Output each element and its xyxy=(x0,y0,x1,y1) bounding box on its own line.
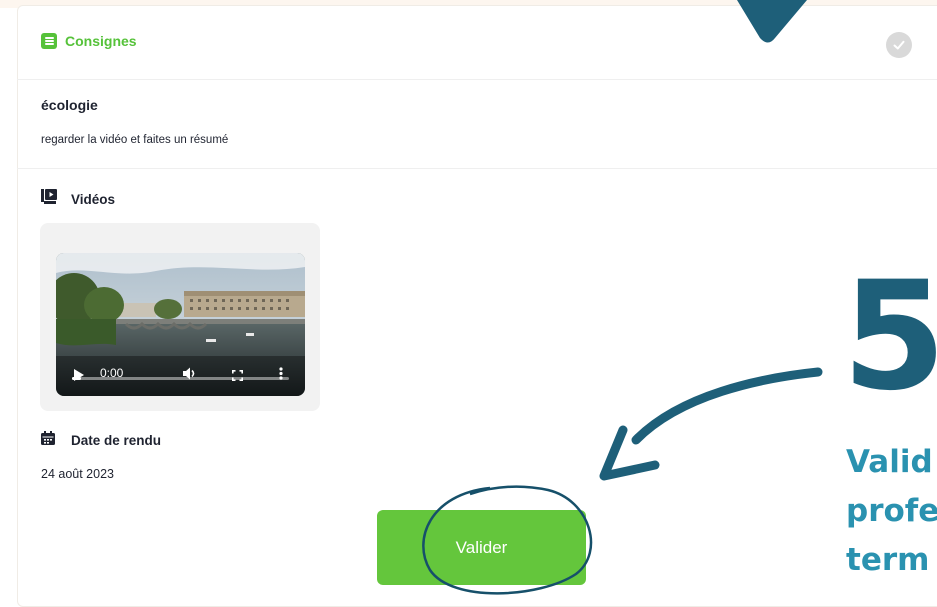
due-date-value: 24 août 2023 xyxy=(41,467,114,481)
volume-icon[interactable] xyxy=(183,367,197,385)
video-progress-bar[interactable] xyxy=(72,377,289,380)
instructions-header: Consignes xyxy=(41,33,137,49)
callout-line: term xyxy=(846,542,930,578)
callout-line: Valid xyxy=(846,444,933,480)
more-options-icon[interactable] xyxy=(279,367,283,385)
instructions-title: Consignes xyxy=(65,33,137,49)
divider xyxy=(17,79,937,80)
video-card: 0:00 xyxy=(40,223,320,411)
list-icon xyxy=(41,33,57,49)
due-date-title: Date de rendu xyxy=(71,433,162,448)
due-date-header: Date de rendu xyxy=(41,431,161,450)
check-icon[interactable] xyxy=(886,32,912,58)
callout-line: profe xyxy=(846,493,937,529)
assignment-subject: écologie xyxy=(41,97,98,113)
video-progress-fill xyxy=(72,377,81,380)
step-number: 5 xyxy=(842,250,937,424)
divider xyxy=(17,168,937,169)
videos-title: Vidéos xyxy=(71,191,116,207)
assignment-instruction: regarder la vidéo et faites un résumé xyxy=(41,134,229,146)
video-player[interactable]: 0:00 xyxy=(56,253,305,396)
callout-text: Valid profe term xyxy=(846,438,937,585)
video-controls: 0:00 xyxy=(56,356,305,396)
calendar-icon xyxy=(41,431,55,450)
videos-header: Vidéos xyxy=(41,189,115,209)
validate-button[interactable]: Valider xyxy=(377,510,586,585)
video-library-icon xyxy=(41,189,57,209)
